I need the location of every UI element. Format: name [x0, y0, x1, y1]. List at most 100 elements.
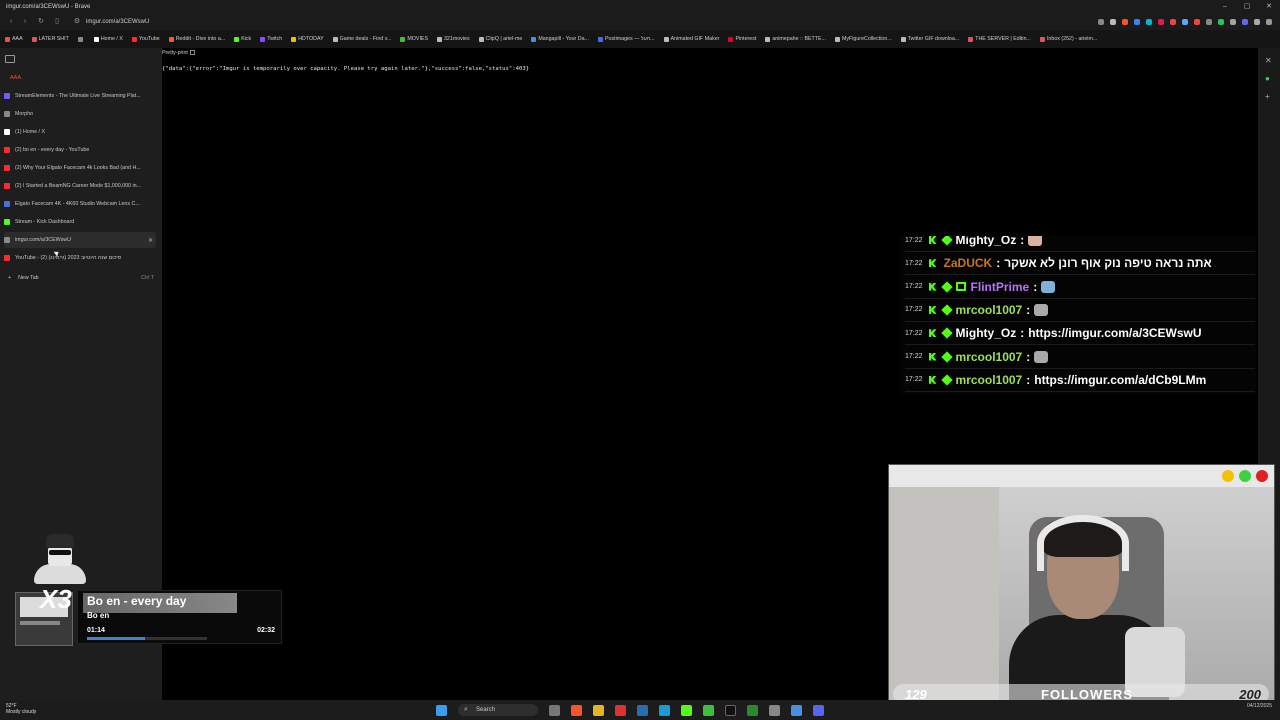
bookmark-item[interactable]: ClipQ | ariel-me [478, 36, 522, 42]
reload-icon[interactable]: ↻ [36, 17, 46, 27]
bookmark-item[interactable]: MyFigureCollection... [834, 36, 892, 42]
bookmark-item[interactable]: Mangapill - Your Da... [531, 36, 589, 42]
chat-timestamp: 17:22 [905, 353, 923, 360]
file-explorer-icon[interactable] [593, 704, 604, 716]
kick-icon[interactable] [681, 704, 692, 716]
bookmark-item[interactable] [77, 36, 85, 42]
extension-icon[interactable] [1230, 19, 1236, 25]
bookmark-item[interactable]: Home / X [93, 36, 123, 42]
extension-icon[interactable] [1194, 19, 1200, 25]
chat-username[interactable]: Mighty_Oz [956, 236, 1017, 247]
bookmark-item[interactable]: Reddit - Dive into a... [168, 36, 225, 42]
chat-username[interactable]: mrcool1007 [956, 350, 1023, 364]
extension-icon[interactable] [1242, 19, 1248, 25]
bookmark-item[interactable]: 321movies [436, 36, 470, 42]
app-icon[interactable] [615, 704, 626, 716]
emote-icon [1034, 350, 1049, 363]
app-icon[interactable] [791, 704, 802, 716]
pretty-print-checkbox[interactable] [189, 50, 195, 56]
app-icon[interactable] [725, 704, 736, 716]
pretty-print-label: Pretty-print [162, 50, 188, 56]
bookmark-item[interactable]: THE SERVER | Editin... [968, 36, 1031, 42]
chat-timestamp: 17:22 [905, 329, 923, 337]
app-icon[interactable] [659, 704, 670, 716]
sidebar-tab[interactable]: Stream - Kick Dashboard [4, 214, 156, 230]
system-tray[interactable]: 04/12/2025 [1247, 703, 1272, 710]
window-controls: – ▢ ✕ [1214, 0, 1280, 14]
sidebar-tab[interactable]: (1) Home / X [4, 124, 156, 140]
extension-icon[interactable] [1206, 19, 1212, 25]
sidebar-tab[interactable]: StreamElements - The Ultimate Live Strea… [4, 88, 156, 104]
close-tab-icon[interactable]: ✕ [148, 237, 153, 244]
bookmark-item[interactable]: Kick [234, 36, 251, 42]
bookmark-item[interactable]: Inbox (252) - arielm... [1039, 36, 1097, 42]
close-window-button[interactable]: ✕ [1258, 0, 1280, 14]
chat-username[interactable]: mrcool1007 [956, 373, 1023, 387]
settings-icon[interactable] [769, 704, 780, 716]
sidebar-toggle-icon[interactable] [5, 55, 15, 63]
whatsapp-icon[interactable]: ● [1265, 74, 1270, 83]
menu-icon[interactable] [1266, 19, 1272, 25]
chat-username[interactable]: mrcool1007 [956, 303, 1023, 317]
bookmark-item[interactable]: HDTODAY [291, 36, 324, 42]
bookmark-item[interactable]: Pinterest [728, 36, 756, 42]
bookmark-icon[interactable]: ▯ [52, 17, 62, 27]
bookmark-item[interactable]: MOVIES [400, 36, 428, 42]
extension-icon[interactable] [1218, 19, 1224, 25]
share-icon[interactable] [1098, 19, 1104, 25]
windows-start-icon[interactable] [436, 704, 447, 716]
site-info-icon[interactable]: ⚙ [72, 17, 82, 27]
pretty-print-toggle[interactable]: Pretty-print [162, 50, 195, 56]
chat-username[interactable]: Mighty_Oz [956, 326, 1017, 340]
brave-icon[interactable] [571, 704, 582, 716]
bookmark-item[interactable]: YouTube [131, 36, 160, 42]
back-arrow-icon[interactable]: ‹ [6, 17, 16, 27]
new-tab-button[interactable]: + New Tab Ctrl T [8, 275, 154, 281]
extension-icon[interactable] [1146, 19, 1152, 25]
tab-group-label[interactable]: AAA [10, 75, 21, 81]
minimize-button[interactable]: – [1214, 0, 1236, 14]
app-icon[interactable] [703, 704, 714, 716]
bookmark-item[interactable]: Postimages — העל... [597, 36, 655, 42]
forward-arrow-icon[interactable]: › [20, 17, 30, 27]
maximize-button[interactable]: ▢ [1236, 0, 1258, 14]
bookmark-item[interactable]: LATER SHIT [31, 36, 69, 42]
app-icon[interactable] [637, 704, 648, 716]
app-icon[interactable] [747, 704, 758, 716]
song-title: Bo en - every day [87, 594, 187, 608]
bookmark-item[interactable]: animepahe :: BETTE... [765, 36, 826, 42]
emote-icon [1041, 280, 1056, 293]
extension-icon[interactable] [1158, 19, 1164, 25]
chat-username[interactable]: ZaDUCK [944, 256, 993, 270]
chat-username[interactable]: FlintPrime [971, 280, 1030, 294]
bookmark-label: Mangapill - Your Da... [538, 36, 589, 42]
bookmark-favicon-icon [5, 36, 10, 42]
sub-badge-icon [940, 350, 953, 363]
bookmark-item[interactable]: Twitch [260, 36, 282, 42]
bookmark-item[interactable]: Animated GIF Maker [663, 36, 719, 42]
add-icon[interactable]: + [1265, 92, 1270, 101]
sidebar-tab[interactable]: YouTube - (2) סיכום שנה היוטיוב 2023 (גי… [4, 250, 156, 266]
brave-shield-icon[interactable] [1122, 19, 1128, 25]
close-icon[interactable]: ✕ [1265, 56, 1272, 65]
sidebar-tab[interactable]: Morpho [4, 106, 156, 122]
extension-icon[interactable] [1182, 19, 1188, 25]
task-view-icon[interactable] [549, 704, 560, 716]
sidebar-tab[interactable]: (2) I Started a BeamNG Career Mode $1,00… [4, 178, 156, 194]
discord-icon[interactable] [813, 704, 824, 716]
star-icon[interactable] [1110, 19, 1116, 25]
url-field[interactable]: imgur.com/a/3CEWswU [86, 17, 149, 27]
extension-icon[interactable] [1170, 19, 1176, 25]
weather-widget[interactable]: 52°F Mostly cloudy [6, 703, 36, 715]
bookmark-item[interactable]: Game deals - Find v... [332, 36, 391, 42]
puzzle-icon[interactable] [1254, 19, 1260, 25]
bookmark-item[interactable]: Twitter GIF downloa... [900, 36, 959, 42]
sidebar-tab[interactable]: Elgato Facecam 4K - 4K60 Studio Webcam L… [4, 196, 156, 212]
sidebar-tab[interactable]: imgur.com/a/3CEWswU ✕ [4, 232, 156, 248]
sidebar-tab[interactable]: (2) bo en - every day - YouTube [4, 142, 156, 158]
taskbar-search[interactable]: ⌕ Search [458, 704, 538, 716]
bookmark-item[interactable]: AAA [5, 36, 23, 42]
sidebar-tab[interactable]: (2) Why Your Elgato Facecam 4k Looks Bad… [4, 160, 156, 176]
extension-icon[interactable] [1134, 19, 1140, 25]
chat-separator: : [996, 256, 1001, 271]
